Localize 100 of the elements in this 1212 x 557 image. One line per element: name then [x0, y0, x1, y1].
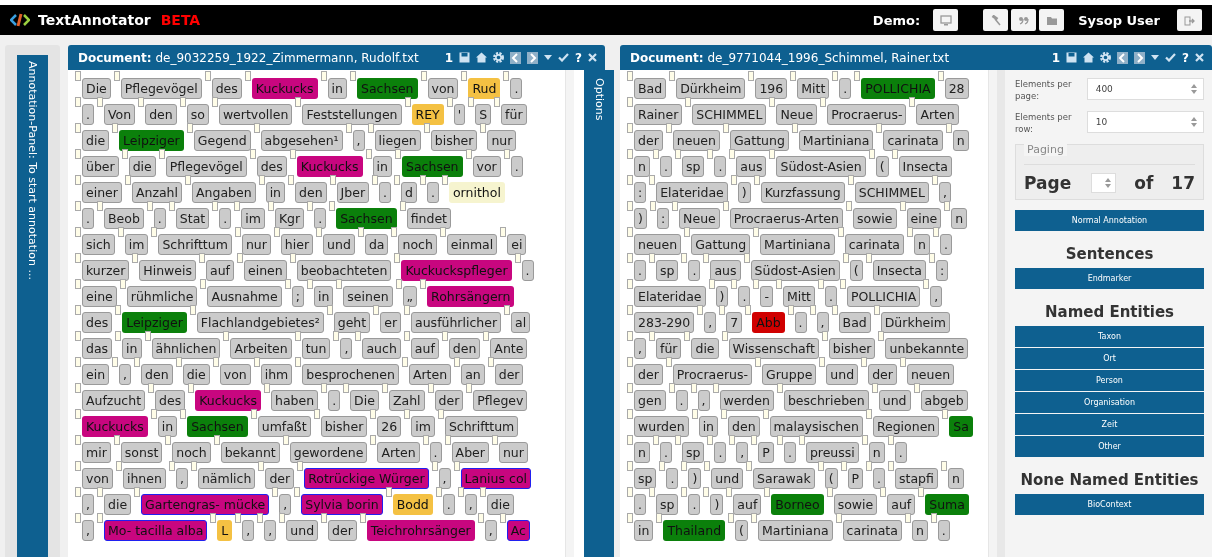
previous-icon[interactable] [510, 51, 522, 64]
flag-icon[interactable] [669, 71, 676, 81]
flag-icon[interactable] [649, 331, 655, 341]
token[interactable]: . [82, 208, 94, 229]
token[interactable]: Pflegev [473, 390, 528, 411]
annotated-token[interactable]: Leipziger [119, 130, 184, 151]
flag-icon[interactable] [403, 331, 410, 341]
flag-icon[interactable] [627, 123, 633, 133]
flag-icon[interactable] [674, 435, 681, 445]
token[interactable]: 196 [755, 78, 788, 99]
monitor-button[interactable] [933, 9, 959, 31]
flag-icon[interactable] [422, 435, 429, 445]
token[interactable]: Bad [634, 78, 667, 99]
flag-icon[interactable] [819, 357, 826, 367]
token[interactable]: und [878, 390, 911, 411]
flag-icon[interactable] [297, 461, 304, 471]
token[interactable]: , [697, 390, 710, 411]
token[interactable]: , [816, 312, 829, 333]
flag-icon[interactable] [134, 357, 141, 367]
flag-icon[interactable] [837, 227, 844, 237]
flag-icon[interactable] [668, 383, 675, 393]
flag-icon[interactable] [210, 513, 217, 523]
token[interactable]: neuen [634, 234, 682, 255]
flag-icon[interactable] [289, 253, 296, 263]
token[interactable]: sp [681, 156, 705, 177]
token[interactable]: einen [244, 260, 287, 281]
flag-icon[interactable] [395, 279, 402, 289]
token[interactable]: , [82, 494, 94, 515]
token[interactable]: den [448, 338, 481, 359]
token[interactable]: und [323, 234, 355, 255]
flag-icon[interactable] [370, 435, 377, 445]
token[interactable]: sowie [833, 494, 878, 515]
token[interactable]: ( [875, 156, 889, 177]
flag-icon[interactable] [627, 201, 633, 211]
flag-icon[interactable] [97, 487, 103, 497]
token[interactable]: carinata [883, 130, 943, 151]
flag-icon[interactable] [115, 305, 122, 315]
flag-icon[interactable] [75, 123, 81, 133]
flag-icon[interactable] [798, 435, 805, 445]
number-field[interactable]: 400 [1086, 78, 1204, 100]
flag-icon[interactable] [441, 331, 448, 341]
flag-icon[interactable] [887, 435, 894, 445]
flag-icon[interactable] [487, 357, 494, 367]
token[interactable]: gen [634, 390, 666, 411]
token[interactable]: , [484, 520, 497, 541]
token[interactable]: und [826, 364, 859, 385]
flag-icon[interactable] [75, 331, 81, 341]
token[interactable]: ; [291, 286, 304, 307]
token[interactable]: n [634, 442, 650, 463]
annotated-token[interactable]: Sa [949, 416, 973, 437]
flag-icon[interactable] [656, 513, 663, 523]
flag-icon[interactable] [945, 123, 952, 133]
token[interactable]: bisher [320, 416, 368, 437]
annotated-token[interactable]: Sachsen [402, 156, 463, 177]
token[interactable]: da [364, 234, 389, 255]
check-icon[interactable] [558, 53, 570, 62]
flag-icon[interactable] [790, 71, 797, 81]
token[interactable]: in [157, 416, 178, 437]
flag-icon[interactable] [787, 305, 794, 315]
flag-icon[interactable] [399, 201, 406, 211]
flag-icon[interactable] [817, 461, 824, 471]
flag-icon[interactable] [649, 201, 656, 211]
token[interactable]: preussi [805, 442, 859, 463]
token[interactable]: Pflegevögel [120, 78, 202, 99]
annotation-button[interactable]: Organisation [1015, 392, 1204, 413]
token[interactable]: n [868, 442, 885, 463]
token[interactable]: ein [82, 364, 110, 385]
flag-icon[interactable] [391, 227, 398, 237]
flag-icon[interactable] [904, 513, 911, 523]
token[interactable]: Ausnahme [207, 286, 282, 307]
flag-icon[interactable] [321, 513, 328, 523]
next-icon[interactable] [1134, 51, 1146, 64]
flag-icon[interactable] [289, 149, 296, 159]
token[interactable]: ( [824, 468, 838, 489]
token[interactable]: n [951, 208, 968, 229]
token[interactable]: neuen [906, 364, 955, 385]
flag-icon[interactable] [847, 175, 854, 185]
flag-icon[interactable] [185, 175, 191, 185]
token[interactable]: n [952, 130, 969, 151]
help-button[interactable]: ? [1182, 50, 1189, 65]
token[interactable]: Pflegevögel [165, 156, 247, 177]
token[interactable]: die [486, 494, 514, 515]
flag-icon[interactable] [868, 149, 875, 159]
token[interactable]: den [141, 364, 173, 385]
flag-icon[interactable] [329, 201, 336, 211]
token[interactable]: nämlich [197, 468, 256, 489]
flag-icon[interactable] [75, 227, 81, 237]
token[interactable]: der [634, 364, 663, 385]
flag-icon[interactable] [909, 97, 916, 107]
token[interactable]: 28 [944, 78, 969, 99]
token[interactable]: Kurzfassung [760, 182, 845, 203]
flag-icon[interactable] [190, 461, 197, 471]
flag-icon[interactable] [503, 149, 510, 159]
token[interactable]: . [714, 156, 727, 177]
flag-icon[interactable] [839, 279, 846, 289]
flag-icon[interactable] [423, 123, 430, 133]
token[interactable]: Martiniana [758, 520, 833, 541]
token[interactable]: S [475, 104, 492, 125]
flag-icon[interactable] [223, 331, 230, 341]
flag-icon[interactable] [809, 305, 816, 315]
